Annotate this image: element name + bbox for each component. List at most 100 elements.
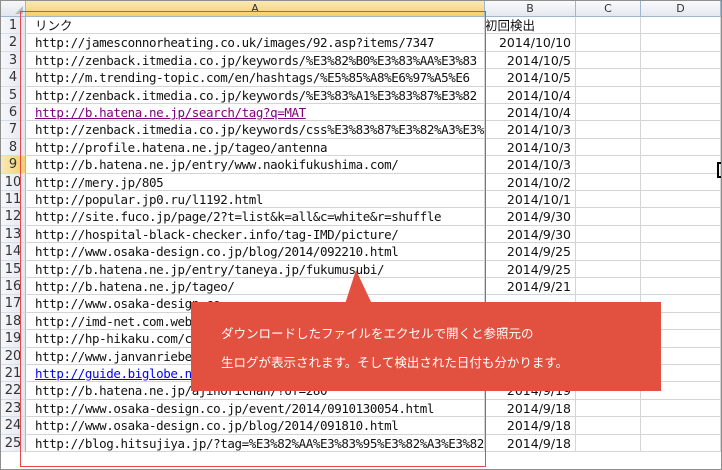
hyperlink[interactable]: http://b.hatena.ne.jp/search/tag?q=MAT <box>35 105 306 120</box>
cell-empty[interactable] <box>641 34 721 52</box>
cell-empty[interactable] <box>576 434 641 452</box>
cell-link[interactable]: http://hospital-black-checker.info/tag-I… <box>26 225 485 244</box>
cell-empty[interactable] <box>641 243 721 261</box>
row-header[interactable]: 10 <box>1 173 26 191</box>
cell-empty[interactable] <box>576 51 641 70</box>
row-header[interactable]: 20 <box>1 347 26 365</box>
row-header[interactable]: 4 <box>1 69 26 87</box>
cell-date[interactable]: 2014/9/18 <box>485 417 576 435</box>
row-header[interactable]: 21 <box>1 365 26 383</box>
cell-date[interactable]: 2014/10/3 <box>485 121 576 139</box>
cell-link[interactable]: http://zenback.itmedia.co.jp/keywords/cs… <box>26 121 485 139</box>
cell-link[interactable]: http://b.hatena.ne.jp/tageo/ <box>26 278 485 296</box>
cell-empty[interactable] <box>576 104 641 122</box>
cell-empty[interactable] <box>641 434 721 452</box>
cell-link[interactable]: http://zenback.itmedia.co.jp/keywords/%E… <box>26 51 485 70</box>
cell-date[interactable]: 2014/10/4 <box>485 104 576 122</box>
cell-link[interactable]: http://b.hatena.ne.jp/entry/www.naokifuk… <box>26 156 485 174</box>
row-header[interactable]: 23 <box>1 399 26 418</box>
cell-date[interactable]: 2014/10/5 <box>485 69 576 87</box>
cell-date[interactable]: 2014/10/3 <box>485 156 576 174</box>
cell-empty[interactable] <box>641 225 721 244</box>
cell-empty[interactable] <box>641 51 721 70</box>
row-header[interactable]: 19 <box>1 330 26 348</box>
row-header[interactable]: 25 <box>1 434 26 452</box>
cell-empty[interactable] <box>641 17 721 35</box>
cell-link[interactable]: http://www.osaka-design.co.jp/blog/2014/… <box>26 417 485 435</box>
spreadsheet-grid[interactable]: A B C D 1 リンク 初回検出 2 http://jamesconnorhe… <box>0 0 722 470</box>
cell-empty[interactable] <box>576 260 641 278</box>
row-header[interactable]: 13 <box>1 225 26 244</box>
row-header[interactable]: 17 <box>1 295 26 313</box>
cell-link[interactable]: http://popular.jp0.ru/l1192.html <box>26 191 485 209</box>
row-header[interactable]: 5 <box>1 86 26 104</box>
cell-empty[interactable] <box>576 173 641 191</box>
cell-empty[interactable] <box>576 86 641 104</box>
cell-link[interactable]: http://b.hatena.ne.jp/search/tag?q=MAT <box>26 104 485 122</box>
column-header-a[interactable]: A <box>26 1 485 17</box>
cell-link[interactable]: http://site.fuco.jp/page/2?t=list&k=all&… <box>26 208 485 226</box>
cell-empty[interactable] <box>641 138 721 157</box>
cell-empty[interactable] <box>641 278 721 296</box>
cell-link[interactable]: http://zenback.itmedia.co.jp/keywords/%E… <box>26 86 485 104</box>
cell-link[interactable]: http://www.osaka-design.co.jp/blog/2014/… <box>26 243 485 261</box>
cell-link[interactable]: http://b.hatena.ne.jp/entry/taneya.jp/fu… <box>26 260 485 278</box>
column-header-d[interactable]: D <box>641 1 721 17</box>
cell-empty[interactable] <box>576 69 641 87</box>
cell-empty[interactable] <box>576 121 641 139</box>
row-header[interactable]: 18 <box>1 312 26 331</box>
cell-empty[interactable] <box>576 243 641 261</box>
cell-date[interactable]: 2014/10/1 <box>485 191 576 209</box>
cell-date[interactable]: 2014/9/25 <box>485 260 576 278</box>
column-header-b[interactable]: B <box>485 1 576 17</box>
cell-date[interactable]: 2014/10/4 <box>485 86 576 104</box>
cell-link-header[interactable]: リンク <box>26 17 485 35</box>
cell-link[interactable]: http://www.osaka-design.co.jp/event/2014… <box>26 399 485 418</box>
cell-empty[interactable] <box>576 208 641 226</box>
row-header[interactable]: 12 <box>1 208 26 226</box>
cell-empty[interactable] <box>641 173 721 191</box>
cell-empty[interactable] <box>576 191 641 209</box>
cell-date-header[interactable]: 初回検出 <box>485 17 576 35</box>
cell-link[interactable]: http://profile.hatena.ne.jp/tageo/antenn… <box>26 138 485 157</box>
row-header[interactable]: 22 <box>1 382 26 400</box>
row-header[interactable]: 8 <box>1 138 26 157</box>
cell-date[interactable]: 2014/9/18 <box>485 399 576 418</box>
cell-date[interactable]: 2014/9/25 <box>485 243 576 261</box>
row-header[interactable]: 6 <box>1 104 26 122</box>
cell-empty[interactable] <box>641 156 721 174</box>
select-all-corner[interactable] <box>1 1 26 17</box>
row-header[interactable]: 24 <box>1 417 26 435</box>
row-header[interactable]: 3 <box>1 51 26 70</box>
cell-empty[interactable] <box>641 121 721 139</box>
cell-empty[interactable] <box>576 399 641 418</box>
cell-empty[interactable] <box>576 225 641 244</box>
cell-empty[interactable] <box>641 191 721 209</box>
cell-empty[interactable] <box>641 208 721 226</box>
cell-empty[interactable] <box>641 417 721 435</box>
cell-empty[interactable] <box>641 86 721 104</box>
cell-empty[interactable] <box>641 260 721 278</box>
cell-link[interactable]: http://jamesconnorheating.co.uk/images/9… <box>26 34 485 52</box>
row-header[interactable]: 1 <box>1 17 26 35</box>
row-header[interactable]: 2 <box>1 34 26 52</box>
cell-empty[interactable] <box>641 104 721 122</box>
cell-empty[interactable] <box>576 156 641 174</box>
row-header[interactable]: 16 <box>1 278 26 296</box>
cell-empty[interactable] <box>576 417 641 435</box>
cell-date[interactable]: 2014/9/18 <box>485 434 576 452</box>
cell-link[interactable]: http://mery.jp/805 <box>26 173 485 191</box>
cell-date[interactable]: 2014/9/30 <box>485 208 576 226</box>
row-header[interactable]: 7 <box>1 121 26 139</box>
row-header[interactable]: 9 <box>1 156 26 174</box>
row-header[interactable]: 14 <box>1 243 26 261</box>
cell-empty[interactable] <box>641 399 721 418</box>
cell-date[interactable]: 2014/10/2 <box>485 173 576 191</box>
cell-link[interactable]: http://blog.hitsujiya.jp/?tag=%E3%82%AA%… <box>26 434 485 452</box>
cell-date[interactable]: 2014/9/21 <box>485 278 576 296</box>
cell-empty[interactable] <box>576 278 641 296</box>
row-header[interactable]: 15 <box>1 260 26 278</box>
cell-date[interactable]: 2014/10/5 <box>485 51 576 70</box>
column-header-c[interactable]: C <box>576 1 641 17</box>
cell-date[interactable]: 2014/10/3 <box>485 138 576 157</box>
